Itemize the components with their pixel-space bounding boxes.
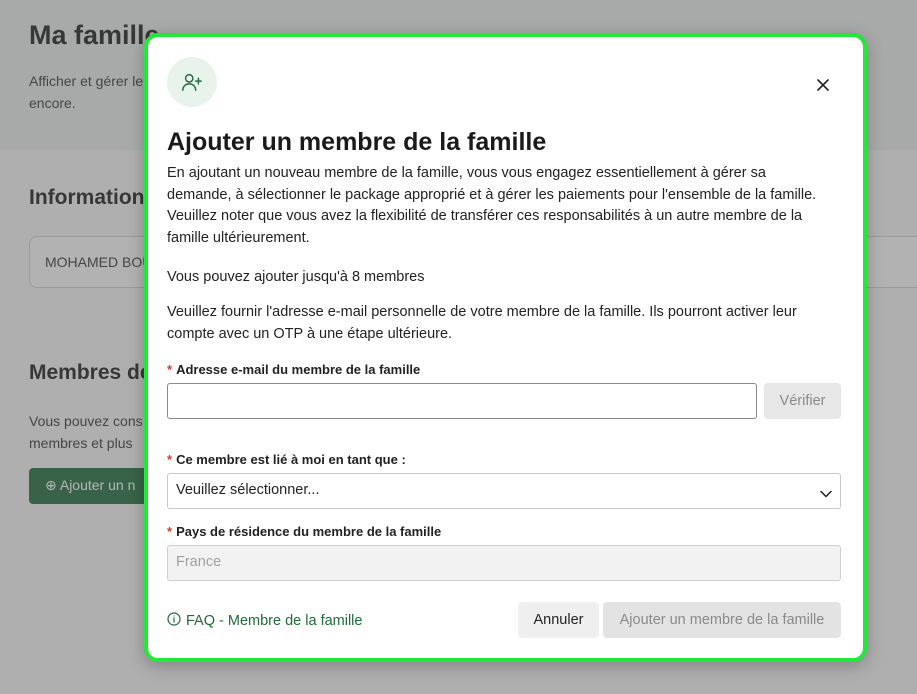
- email-field[interactable]: [167, 383, 757, 419]
- add-family-member-modal: Ajouter un membre de la famille En ajout…: [144, 33, 867, 662]
- chevron-down-icon: [820, 486, 832, 502]
- email-label-text: Adresse e-mail du membre de la famille: [176, 362, 421, 377]
- country-placeholder: France: [176, 554, 222, 570]
- user-plus-icon: [167, 57, 217, 107]
- email-label: * Adresse e-mail du membre de la famille: [167, 362, 420, 377]
- relation-label-text: Ce membre est lié à moi en tant que :: [176, 452, 406, 467]
- relation-label: * Ce membre est lié à moi en tant que :: [167, 452, 406, 467]
- cancel-button[interactable]: Annuler: [518, 602, 599, 638]
- required-mark: *: [167, 362, 173, 377]
- faq-link[interactable]: FAQ - Membre de la famille: [167, 612, 362, 630]
- verify-button[interactable]: Vérifier: [764, 383, 841, 419]
- country-label: * Pays de résidence du membre de la famil…: [167, 524, 441, 539]
- intro-paragraph: En ajoutant un nouveau membre de la fami…: [167, 165, 817, 246]
- required-mark: *: [167, 524, 173, 539]
- country-field[interactable]: France: [167, 545, 841, 581]
- close-icon[interactable]: [813, 75, 833, 95]
- relation-select[interactable]: Veuillez sélectionner...: [167, 473, 841, 509]
- country-label-text: Pays de résidence du membre de la famill…: [176, 524, 442, 539]
- faq-link-label: FAQ - Membre de la famille: [186, 613, 363, 629]
- member-limit-text: Vous pouvez ajouter jusqu'à 8 membres: [167, 269, 425, 285]
- add-member-button[interactable]: Ajouter un membre de la famille: [603, 602, 841, 638]
- modal-title: Ajouter un membre de la famille: [167, 128, 547, 156]
- email-instruction-text: Veuillez fournir l'adresse e-mail person…: [167, 304, 797, 342]
- relation-selected-value: Veuillez sélectionner...: [176, 482, 320, 498]
- info-icon: [167, 612, 181, 630]
- required-mark: *: [167, 452, 173, 467]
